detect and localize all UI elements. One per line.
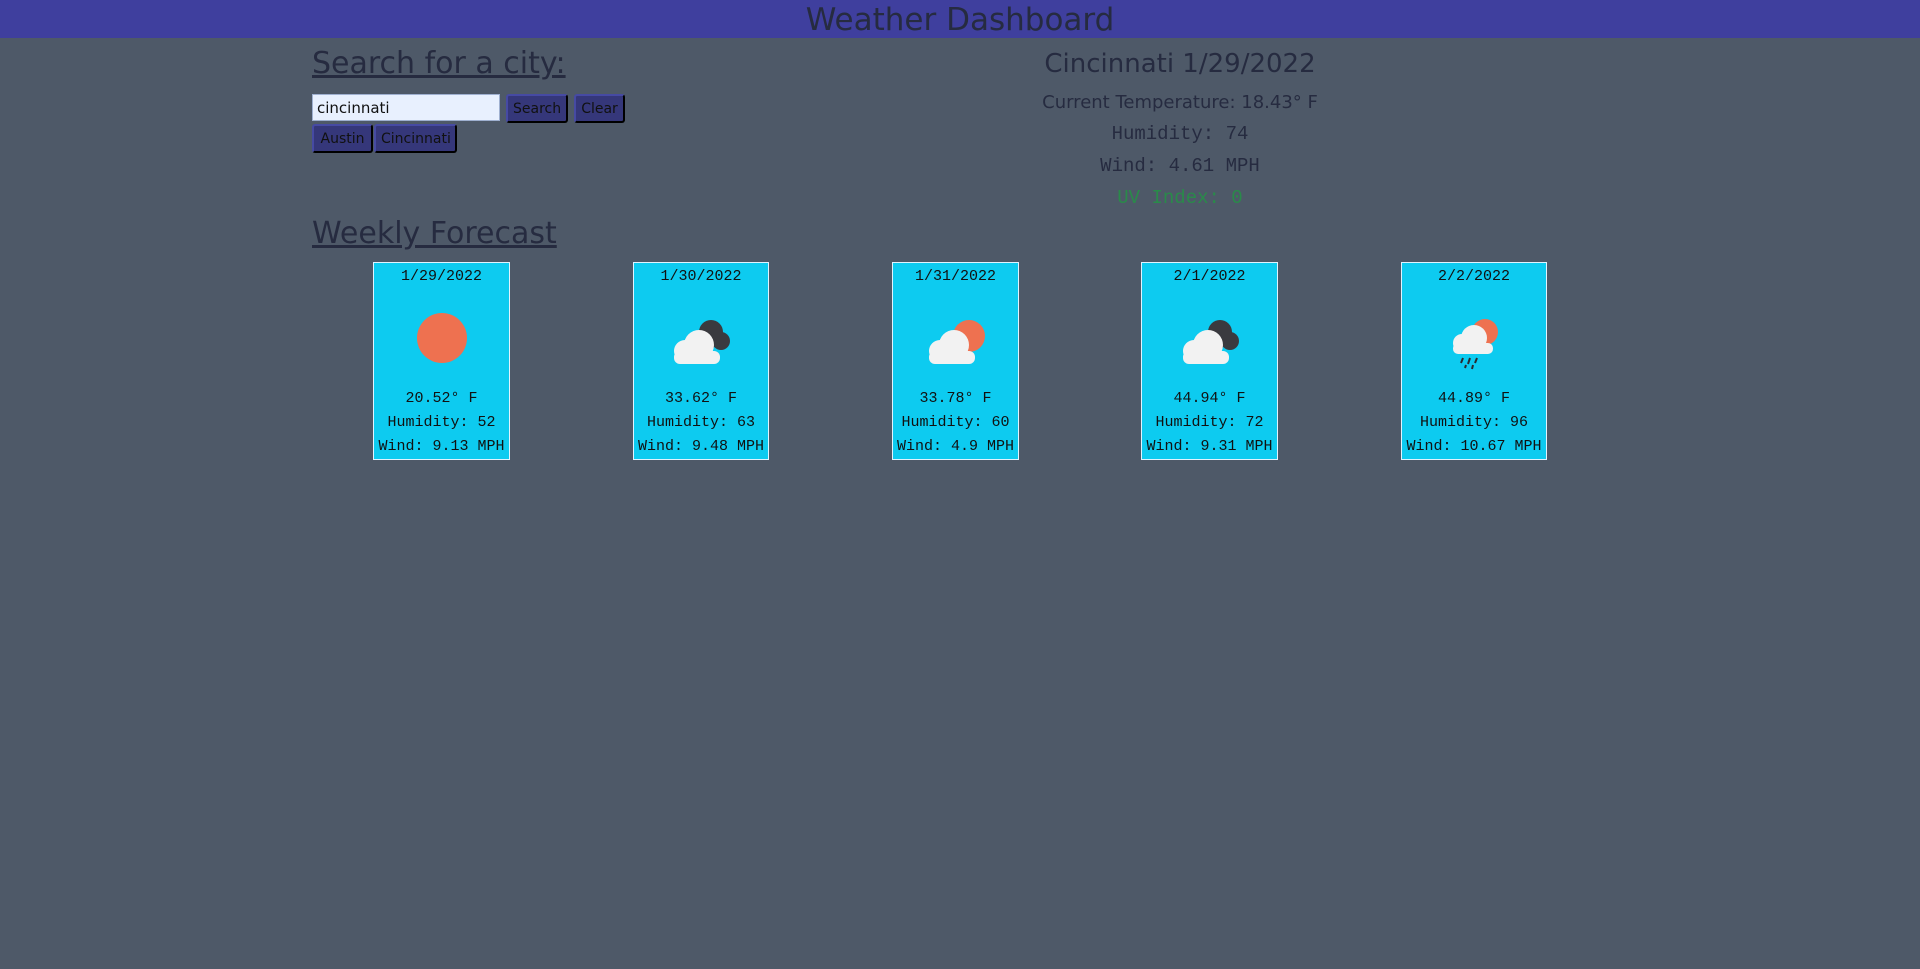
forecast-date: 1/31/2022	[914, 268, 996, 285]
forecast-temp: 33.78° F	[919, 390, 992, 407]
search-button[interactable]: Search	[506, 94, 568, 123]
current-temperature: Current Temperature: 18.43° F	[1042, 92, 1318, 113]
current-weather-panel: Cincinnati 1/29/2022 Current Temperature…	[980, 46, 1380, 214]
partly-cloudy-icon	[928, 320, 985, 364]
dark-clouds-icon	[674, 320, 730, 364]
current-city-date: Cincinnati 1/29/2022	[1044, 49, 1316, 79]
forecast-humidity: Humidity: 96	[1419, 414, 1529, 431]
forecast-temp: 44.89° F	[1437, 390, 1510, 407]
current-uv-index: UV Index: 0	[1117, 187, 1243, 209]
forecast-humidity: Humidity: 52	[387, 414, 496, 431]
current-humidity: Humidity: 74	[1111, 123, 1249, 145]
app-title: Weather Dashboard	[805, 2, 1115, 38]
search-heading: Search for a city:	[312, 46, 566, 81]
forecast-card: 2/1/2022 44.94° F Humidity: 72 Wind: 9.3…	[1141, 262, 1278, 460]
forecast-temp: 44.94° F	[1173, 390, 1246, 407]
current-wind: Wind: 4.61 MPH	[1100, 155, 1260, 177]
history-button-austin[interactable]: Austin	[312, 124, 373, 153]
sun-icon	[416, 313, 467, 363]
forecast-date: 1/30/2022	[660, 268, 742, 285]
forecast-temp: 33.62° F	[664, 390, 737, 407]
city-search-input[interactable]	[312, 94, 500, 121]
forecast-date: 1/29/2022	[400, 268, 482, 285]
forecast-wind: Wind: 9.13 MPH	[378, 438, 505, 455]
forecast-wind: Wind: 10.67 MPH	[1406, 438, 1542, 455]
forecast-humidity: Humidity: 60	[901, 414, 1010, 431]
forecast-date: 2/2/2022	[1437, 268, 1510, 285]
forecast-card: 1/30/2022 33.62° F Humidity: 63 Wind: 9.…	[633, 262, 769, 460]
forecast-date: 2/1/2022	[1173, 268, 1246, 285]
clear-button[interactable]: Clear	[574, 94, 625, 123]
forecast-card: 2/2/2022 44.89° F Humidity: 96 Wind: 10.…	[1401, 262, 1547, 460]
forecast-card: 1/29/2022 20.52° F Humidity: 52 Wind: 9.…	[373, 262, 510, 460]
dark-clouds-icon	[1182, 320, 1239, 364]
forecast-heading: Weekly Forecast	[312, 216, 557, 251]
forecast-humidity: Humidity: 63	[646, 414, 756, 431]
forecast-wind: Wind: 9.48 MPH	[637, 438, 765, 455]
forecast-wind: Wind: 4.9 MPH	[896, 438, 1015, 455]
forecast-card: 1/31/2022 33.78° F Humidity: 60 Wind: 4.…	[892, 262, 1019, 460]
forecast-temp: 20.52° F	[405, 390, 478, 407]
rain-sun-icon	[1453, 319, 1498, 370]
forecast-wind: Wind: 9.31 MPH	[1146, 438, 1273, 455]
forecast-humidity: Humidity: 72	[1155, 414, 1264, 431]
history-button-cincinnati[interactable]: Cincinnati	[374, 124, 457, 153]
